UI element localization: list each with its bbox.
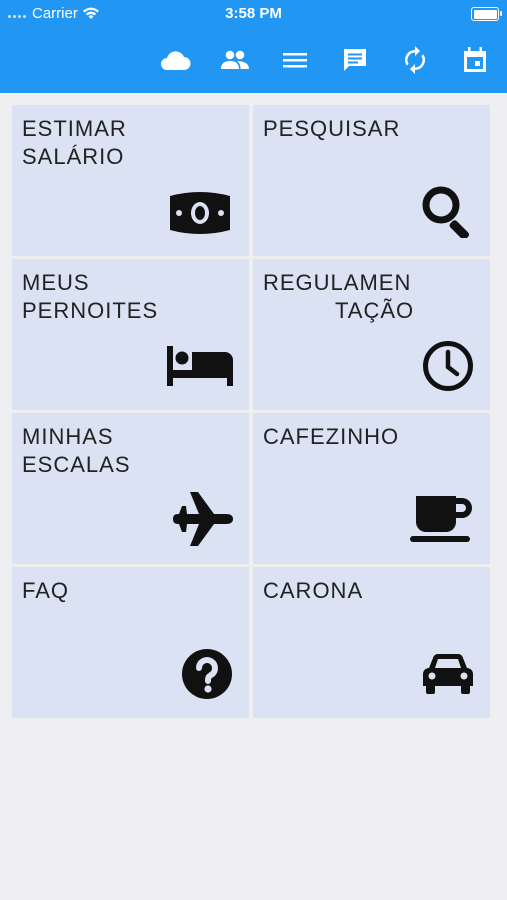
people-icon	[221, 50, 249, 69]
tile-regulamentacao[interactable]: REGULAMEN TAÇÃO	[253, 259, 490, 410]
sync-icon	[405, 46, 425, 74]
status-bar: Carrier 3:58 PM	[0, 0, 507, 28]
app-header: Carrier 3:58 PM	[0, 0, 507, 93]
chat-icon	[344, 49, 366, 71]
calendar-icon	[464, 47, 486, 72]
money-icon	[170, 192, 230, 234]
coffee-icon	[410, 496, 472, 542]
tile-label: FAQ	[22, 578, 70, 603]
menu-grid: ESTIMAR SALÁRIO PESQUISAR MEUS PERNOITES R…	[12, 105, 492, 718]
tile-pesquisar[interactable]: PESQUISAR	[253, 105, 490, 256]
calendar-button[interactable]	[457, 44, 493, 76]
tile-label: MINHAS ESCALAS	[22, 424, 131, 477]
clock-time: 3:58 PM	[225, 5, 282, 22]
tile-estimar-salario[interactable]: ESTIMAR SALÁRIO	[12, 105, 249, 256]
tile-carona[interactable]: CARONA	[253, 567, 490, 718]
toolbar-actions	[157, 44, 493, 76]
tile-minhas-escalas[interactable]: MINHAS ESCALAS	[12, 413, 249, 564]
menu-icon	[283, 53, 307, 68]
cloud-button[interactable]	[157, 44, 193, 76]
clock-icon	[423, 341, 473, 391]
tile-label: CAFEZINHO	[263, 424, 400, 449]
help-icon	[182, 649, 232, 699]
tile-label: ESTIMAR SALÁRIO	[22, 116, 127, 169]
sync-button[interactable]	[397, 44, 433, 76]
car-icon	[423, 654, 473, 694]
search-icon	[422, 186, 470, 238]
menu-button[interactable]	[277, 44, 313, 76]
cloud-icon	[161, 51, 191, 70]
tile-cafezinho[interactable]: CAFEZINHO	[253, 413, 490, 564]
bed-icon	[167, 346, 233, 386]
airplane-icon	[173, 492, 233, 546]
people-button[interactable]	[217, 44, 253, 76]
tile-meus-pernoites[interactable]: MEUS PERNOITES	[12, 259, 249, 410]
tile-label: MEUS PERNOITES	[22, 270, 159, 323]
tile-label: REGULAMEN TAÇÃO	[263, 270, 415, 323]
tile-label: PESQUISAR	[263, 116, 401, 141]
battery-icon	[471, 7, 502, 21]
chat-button[interactable]	[337, 44, 373, 76]
tile-label: CARONA	[263, 578, 364, 603]
tile-faq[interactable]: FAQ	[12, 567, 249, 718]
